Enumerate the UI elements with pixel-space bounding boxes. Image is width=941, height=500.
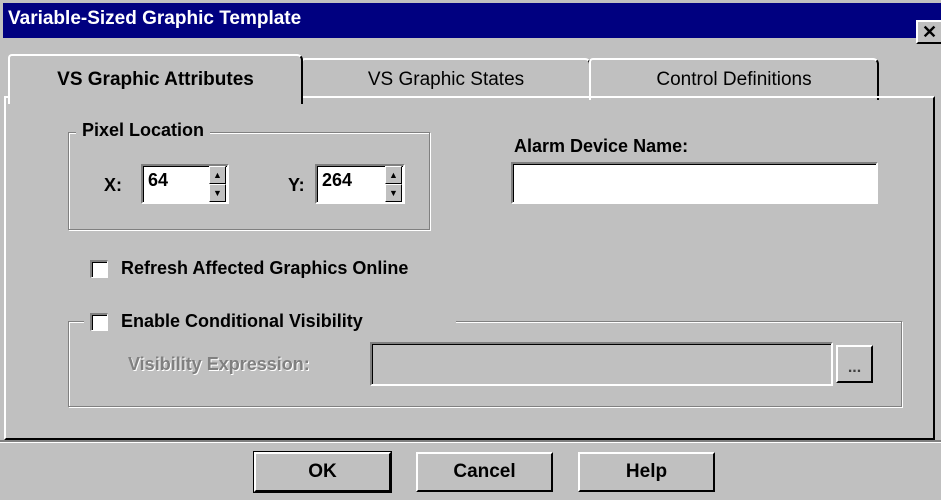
alarm-device-name-input[interactable] [511, 162, 878, 204]
refresh-graphics-label[interactable]: Refresh Affected Graphics Online [121, 258, 408, 279]
pixel-location-legend: Pixel Location [76, 120, 211, 141]
footer-divider [0, 440, 941, 443]
close-button[interactable]: ✕ [916, 20, 941, 44]
visibility-expression-input[interactable] [370, 342, 833, 386]
window-title: Variable-Sized Graphic Template [8, 8, 302, 29]
tab-label: VS Graphic States [367, 69, 525, 90]
browse-button[interactable]: ... [836, 345, 873, 383]
ellipsis-icon: ... [847, 359, 862, 376]
tab-vs-graphic-states[interactable]: VS Graphic States [301, 58, 591, 100]
x-label: X: [104, 175, 122, 195]
enable-visibility-label[interactable]: Enable Conditional Visibility [121, 311, 363, 332]
enable-visibility-checkbox[interactable] [90, 313, 108, 331]
help-button-label: Help [625, 461, 668, 482]
spin-down-icon[interactable]: ▼ [385, 184, 402, 202]
help-button[interactable]: Help [578, 452, 715, 492]
close-icon: ✕ [921, 22, 938, 42]
spin-down-icon[interactable]: ▼ [209, 184, 226, 202]
tab-vs-graphic-attributes[interactable]: VS Graphic Attributes [8, 54, 303, 104]
ok-button-label: OK [308, 461, 337, 482]
tab-label: VS Graphic Attributes [57, 69, 254, 90]
cancel-button[interactable]: Cancel [416, 452, 553, 492]
cancel-button-label: Cancel [453, 461, 516, 482]
tab-label: Control Definitions [656, 69, 812, 90]
y-label: Y: [288, 175, 305, 195]
visibility-expression-label: Visibility Expression: [128, 354, 310, 374]
tab-control-definitions[interactable]: Control Definitions [589, 58, 879, 100]
ok-button[interactable]: OK [253, 451, 392, 493]
x-value: 64 [148, 170, 169, 190]
x-spinner[interactable]: ▲ ▼ [209, 166, 226, 202]
alarm-device-name-label: Alarm Device Name: [514, 136, 689, 156]
spin-up-icon[interactable]: ▲ [209, 166, 226, 184]
y-value: 264 [322, 170, 353, 190]
spin-up-icon[interactable]: ▲ [385, 166, 402, 184]
y-spinner[interactable]: ▲ ▼ [385, 166, 402, 202]
refresh-graphics-checkbox[interactable] [90, 260, 108, 278]
title-bar[interactable]: Variable-Sized Graphic Template [3, 3, 941, 38]
